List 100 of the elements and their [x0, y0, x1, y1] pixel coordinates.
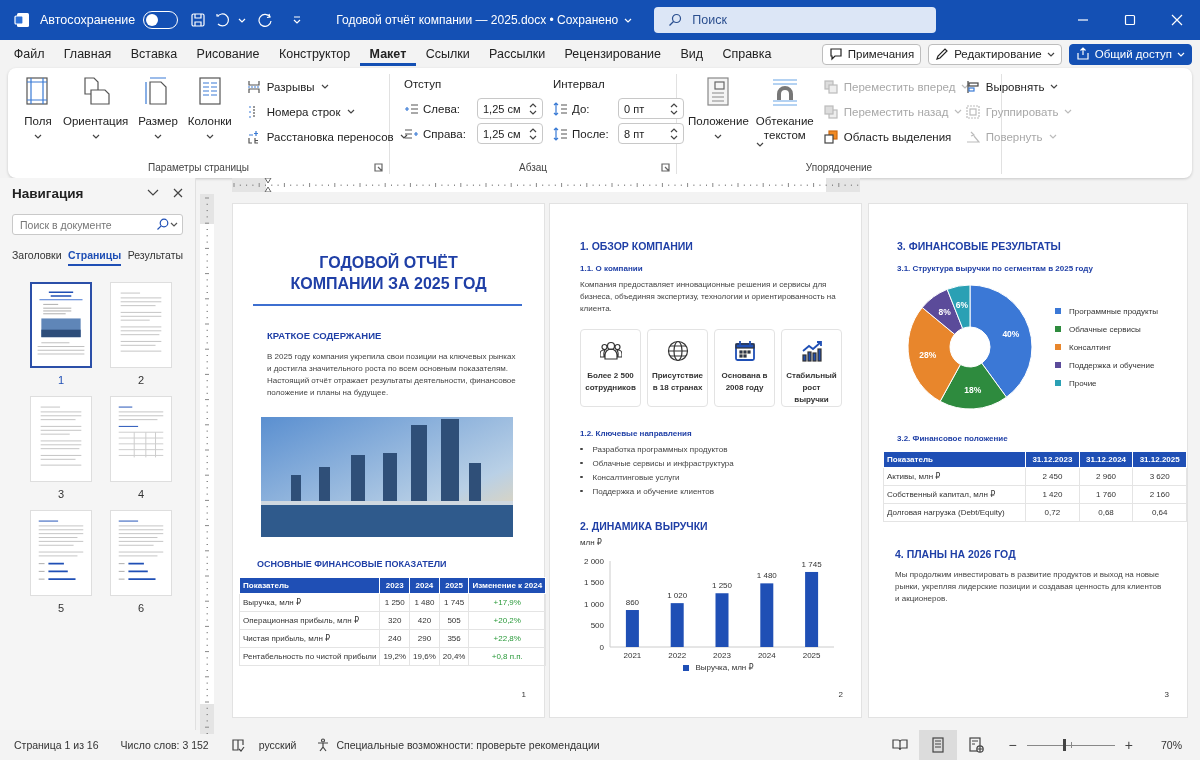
orientation-button[interactable]: Ориентация [58, 74, 134, 160]
table-cell: Собственный капитал, млн ₽ [883, 485, 1026, 504]
undo-button[interactable] [214, 12, 231, 28]
ribbon-tab[interactable]: Ссылки [415, 42, 480, 66]
caret-icon [714, 134, 723, 139]
chevron-down-icon [147, 189, 159, 197]
card-text: Более 2 500 сотрудников [584, 370, 637, 394]
legend-label: Поддержка и обучение [1069, 360, 1155, 370]
ribbon-tab[interactable]: Файл [4, 42, 55, 66]
caret-icon [238, 17, 247, 23]
table-cell: 240 [379, 629, 410, 648]
search-icon [156, 218, 169, 231]
card-text: Присутствие в 18 странах [651, 370, 704, 394]
chart-bar [625, 610, 639, 647]
columns-button[interactable]: Колонки [182, 74, 237, 160]
section-heading: КРАТКОЕ СОДЕРЖАНИЕ [267, 330, 383, 341]
paragraph: В 2025 году компания укрепила свои позиции на ключевых рынках и достигла значительного роста по всем основным показателям. Настоящий отчёт отражает результаты деятельности, финансовое положение и планы на будущее. [267, 351, 517, 399]
section-heading: 2. ДИНАМИКА ВЫРУЧКИ [580, 520, 709, 532]
legend-swatch [1055, 344, 1061, 350]
table-cell: +22,8% [468, 629, 546, 648]
paragraph: Мы продолжим инвестировать в развитие продуктов и выход на новые рынки, укрепляя лидерские позиции и создавая ценность для клиентов и акционеров. [895, 569, 1163, 605]
position-button[interactable]: Положение [683, 74, 754, 160]
search-field[interactable]: Поиск [654, 7, 937, 33]
selection-pane-icon [823, 129, 838, 144]
send-backward-icon [823, 104, 838, 119]
save-button[interactable] [190, 12, 207, 28]
undo-menu-button[interactable] [238, 17, 247, 23]
field-label: После: [572, 127, 610, 140]
margins-button[interactable]: Поля [18, 74, 58, 160]
indent-field[interactable]: 1,25 см [477, 123, 543, 144]
close-icon [173, 188, 183, 198]
page-thumbnail[interactable] [30, 282, 92, 368]
legend-label: Консалтинг [1069, 342, 1112, 352]
page-number: 3 [1164, 690, 1170, 701]
legend-swatch [1055, 308, 1061, 314]
page-count: Страница 1 из 16 [14, 739, 99, 751]
comment-icon [828, 47, 843, 61]
caret-icon [961, 84, 970, 89]
indent-right-icon [404, 126, 419, 141]
column-header: 31.12.2025 [1132, 451, 1187, 468]
pane-tab[interactable]: Результаты [127, 249, 183, 266]
book-icon [891, 737, 908, 753]
line-numbers-button[interactable]: Номера строк [246, 101, 408, 122]
subsection-heading: 1.1. О компании [580, 264, 644, 273]
pane-tab[interactable]: Заголовки [12, 249, 62, 266]
page-number: 5 [57, 602, 65, 614]
ribbon-tab[interactable]: Вид [670, 42, 713, 66]
column-header: Показатель [883, 451, 1026, 468]
caret-icon [1048, 134, 1057, 139]
paragraph: Компания предоставляет инновационные решения и сервисы для бизнеса, объединяя экспертизу, технологии и ориентированность на клиента. [580, 279, 837, 315]
pencil-icon [935, 47, 950, 61]
zoom-in-button[interactable]: + [1118, 737, 1139, 753]
ribbon-tab[interactable]: Вставка [121, 42, 187, 66]
rotate-icon [965, 129, 980, 144]
spacing-field[interactable]: 0 пт [618, 98, 684, 119]
card-text: Основана в 2008 году [720, 370, 769, 394]
accessibility-icon [316, 738, 331, 752]
close-pane-button[interactable] [173, 188, 183, 198]
spin-icon [670, 102, 678, 115]
customize-button[interactable] [292, 16, 303, 24]
spin-icon [529, 127, 537, 140]
document-title: КОМПАНИИ ЗА 2025 ГОД [289, 274, 488, 294]
ribbon-tab[interactable]: Главная [54, 42, 122, 66]
comments-button[interactable]: Примечания [821, 43, 922, 65]
share-button[interactable]: Общий доступ [1068, 43, 1192, 65]
field-label: Слева: [423, 102, 461, 115]
wrap-button[interactable]: Обтекание текстом [753, 74, 816, 160]
table-cell: 2 160 [1132, 485, 1187, 504]
list-item: Поддержка и обучение клиентов [592, 486, 715, 496]
ribbon-tab[interactable]: Рассылки [479, 42, 555, 66]
page-number: 3 [57, 488, 65, 500]
hyphenation-icon [246, 129, 261, 144]
hyphenation-button[interactable]: Расстановка переносов [246, 126, 408, 147]
group-label: Абзац [518, 161, 548, 173]
ribbon-tab[interactable]: Рисование [186, 42, 270, 66]
pane-tab[interactable]: Страницы [68, 249, 122, 266]
spacing-before-icon [553, 101, 568, 116]
ribbon-tab[interactable]: Рецензирование [554, 42, 671, 66]
pane-options-button[interactable] [147, 189, 159, 197]
page-number: 1 [521, 690, 527, 701]
floppy-icon [190, 12, 207, 28]
selection-button[interactable]: Область выделения [823, 126, 966, 147]
document-search-field[interactable]: Поиск в документе [12, 214, 183, 235]
axis-tick-label: 2024 [757, 651, 776, 660]
ribbon-tab[interactable]: Справка [712, 42, 782, 66]
print-view-button[interactable] [918, 730, 957, 760]
ribbon-tab[interactable]: Конструктор [269, 42, 360, 66]
align-button[interactable]: Выровнять [965, 76, 1073, 97]
editing-button[interactable]: Редактирование [928, 43, 1062, 65]
spacing-field[interactable]: 8 пт [618, 123, 684, 144]
bring-forward-icon [823, 79, 838, 94]
slider-thumb[interactable] [1062, 739, 1066, 751]
size-button[interactable]: Размер [133, 74, 183, 160]
caret-icon [755, 142, 764, 147]
legend-swatch [1055, 380, 1061, 386]
indent-field[interactable]: 1,25 см [477, 98, 543, 119]
legend-label: Прочие [1069, 378, 1097, 388]
zoom-out-button[interactable]: − [1002, 737, 1023, 753]
caret-icon [346, 109, 355, 114]
page-layout-icon [929, 737, 946, 753]
